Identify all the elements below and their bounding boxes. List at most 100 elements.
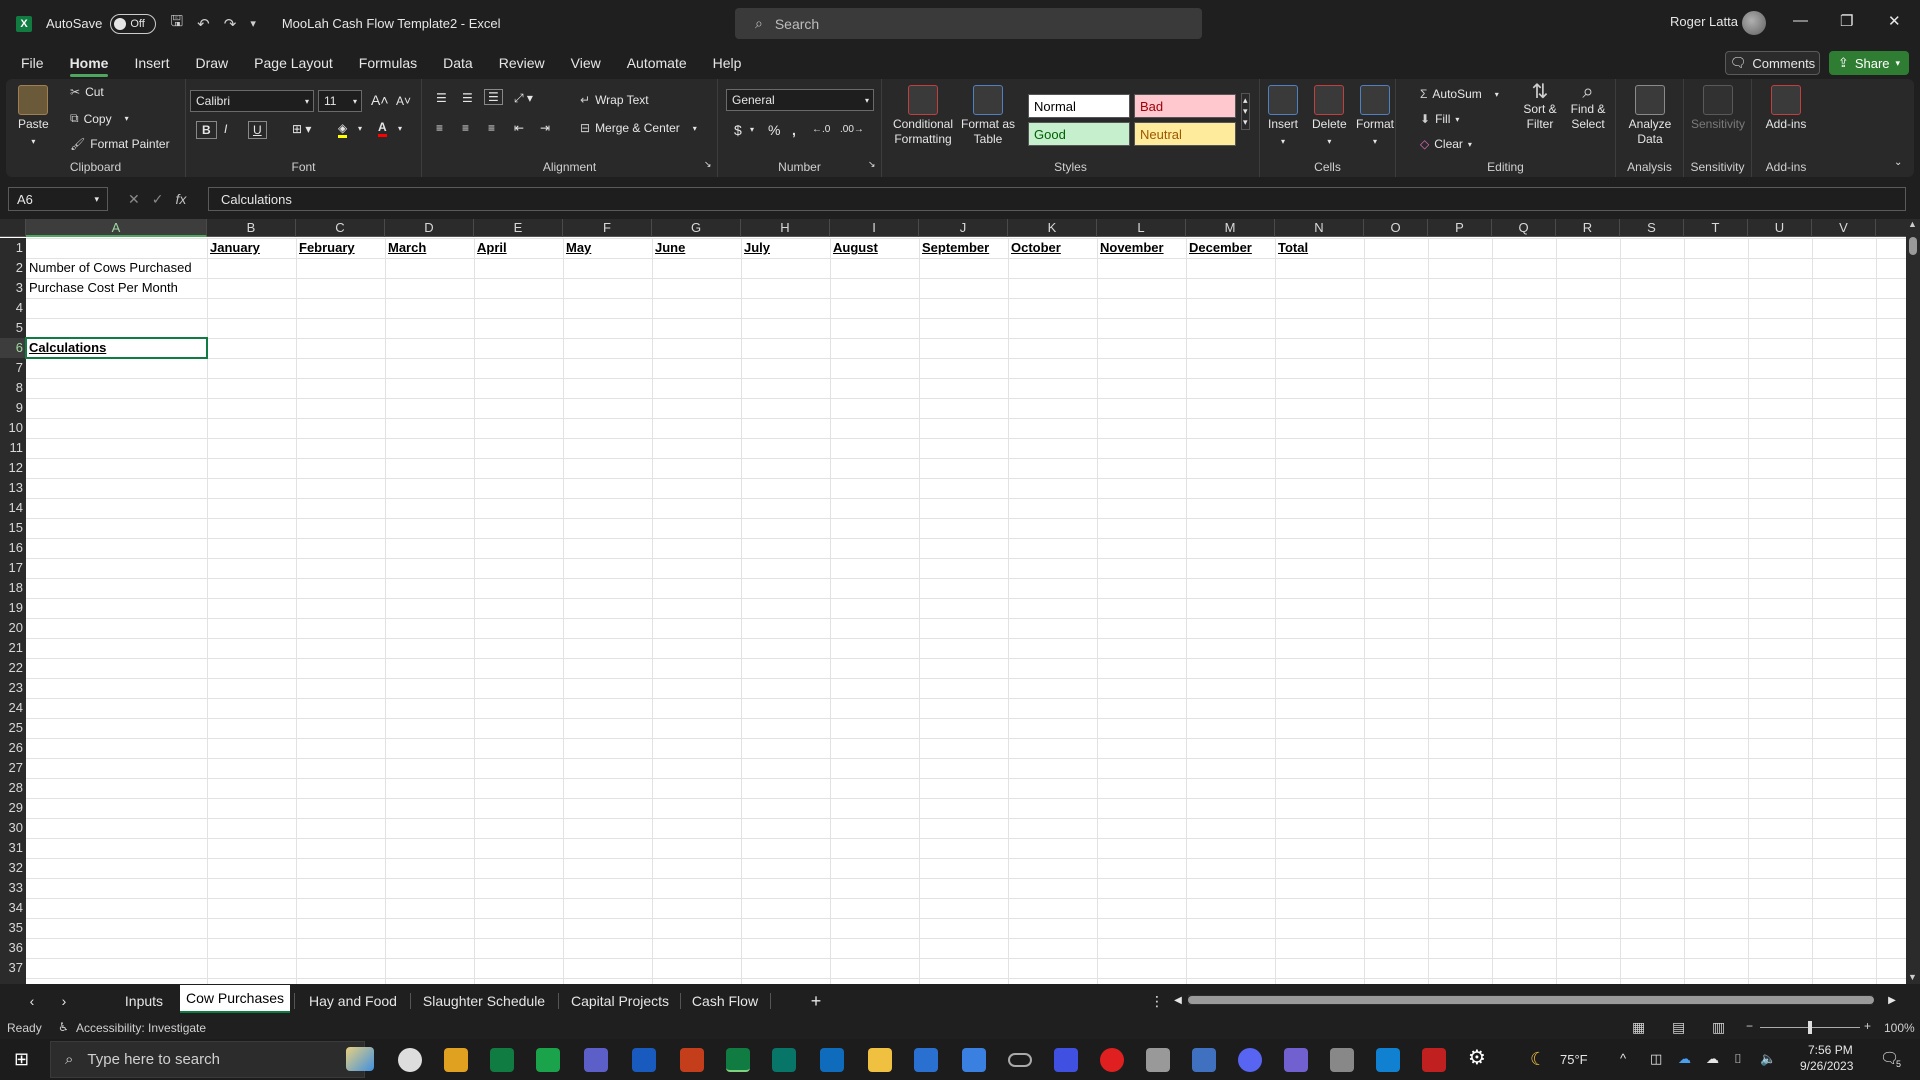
row-header[interactable]: 11 <box>0 438 26 458</box>
analyze-data-button[interactable]: Analyze Data <box>1622 85 1678 147</box>
row-header[interactable]: 27 <box>0 758 26 778</box>
cell-F1[interactable]: May <box>563 238 591 258</box>
avatar[interactable] <box>1742 11 1766 35</box>
decrease-indent-icon[interactable]: ⇤ <box>514 121 524 135</box>
row-header[interactable]: 14 <box>0 498 26 518</box>
row-header[interactable]: 34 <box>0 898 26 918</box>
cell-I1[interactable]: August <box>830 238 878 258</box>
tab-home[interactable]: Home <box>57 47 122 79</box>
vertical-scrollbar[interactable]: ▲ ▼ <box>1906 219 1920 984</box>
row-header[interactable]: 7 <box>0 358 26 378</box>
style-normal[interactable]: Normal <box>1028 94 1130 118</box>
row-header[interactable]: 26 <box>0 738 26 758</box>
row-header[interactable]: 22 <box>0 658 26 678</box>
autosave-toggle[interactable]: Off <box>110 13 157 34</box>
row-header[interactable]: 28 <box>0 778 26 798</box>
tab-formulas[interactable]: Formulas <box>346 47 430 79</box>
row-header[interactable]: 32 <box>0 858 26 878</box>
column-header[interactable]: U <box>1748 219 1812 237</box>
column-header[interactable]: B <box>207 219 296 237</box>
row-header[interactable]: 18 <box>0 578 26 598</box>
cell-J1[interactable]: September <box>919 238 989 258</box>
insert-function-icon[interactable]: fx <box>175 191 186 208</box>
store-icon[interactable] <box>962 1048 986 1072</box>
share-button[interactable]: ⇪ Share ▾ <box>1829 51 1909 75</box>
row-header[interactable]: 24 <box>0 698 26 718</box>
paste-button[interactable]: Paste ▾ <box>18 85 49 149</box>
column-header[interactable]: A <box>26 219 207 237</box>
network-icon[interactable]: ⌷ <box>1734 1051 1742 1067</box>
cell-E1[interactable]: April <box>474 238 507 258</box>
weather-temp[interactable]: 75°F <box>1560 1052 1588 1067</box>
video-app-icon[interactable] <box>1100 1048 1124 1072</box>
sheet-tab-slaughter-schedule[interactable]: Slaughter Schedule <box>414 985 554 1017</box>
sheet-tab-capital-projects[interactable]: Capital Projects <box>564 985 676 1017</box>
zoom-out-icon[interactable]: − <box>1746 1019 1753 1033</box>
normal-view-icon[interactable]: ▦ <box>1632 1019 1645 1036</box>
cell-H1[interactable]: July <box>741 238 770 258</box>
volume-icon[interactable]: 🔈 <box>1760 1051 1776 1067</box>
tab-data[interactable]: Data <box>430 47 486 79</box>
cell-K1[interactable]: October <box>1008 238 1061 258</box>
underline-button[interactable]: U <box>248 121 267 139</box>
cell-B1[interactable]: January <box>207 238 260 258</box>
row-header[interactable]: 15 <box>0 518 26 538</box>
increase-decimal-icon[interactable]: ←.0 <box>812 124 830 135</box>
column-header[interactable]: H <box>741 219 830 237</box>
row-header[interactable]: 12 <box>0 458 26 478</box>
style-neutral[interactable]: Neutral <box>1134 122 1236 146</box>
row-header[interactable]: 31 <box>0 838 26 858</box>
select-all-corner[interactable] <box>0 219 26 237</box>
row-header[interactable]: 5 <box>0 318 26 338</box>
cell-N1[interactable]: Total <box>1275 238 1308 258</box>
row-header[interactable]: 19 <box>0 598 26 618</box>
more-options-icon[interactable]: ⋮ <box>1150 985 1164 1017</box>
scroll-down-icon[interactable]: ▼ <box>1908 972 1917 982</box>
row-header[interactable]: 30 <box>0 818 26 838</box>
undo-icon[interactable]: ↶ <box>197 15 210 33</box>
increase-indent-icon[interactable]: ⇥ <box>540 121 550 135</box>
cell-A3[interactable]: Purchase Cost Per Month <box>26 278 178 298</box>
row-header[interactable]: 10 <box>0 418 26 438</box>
accessibility-status[interactable]: Accessibility: Investigate <box>76 1021 206 1035</box>
cell-L1[interactable]: November <box>1097 238 1164 258</box>
font-name-select[interactable]: Calibri ▾ <box>190 90 314 112</box>
row-header[interactable]: 23 <box>0 678 26 698</box>
scroll-up-icon[interactable]: ▲ <box>1908 219 1917 229</box>
taskbar-date[interactable]: 9/26/2023 <box>1800 1059 1853 1073</box>
chevron-down-icon[interactable]: ▾ <box>358 124 362 133</box>
styles-scroll-icon[interactable]: ▴ ▾ ▾ <box>1241 93 1250 130</box>
row-header[interactable]: 37 <box>0 958 26 978</box>
font-color-icon[interactable]: A <box>378 120 387 137</box>
cell-C1[interactable]: February <box>296 238 355 258</box>
customize-toolbar-icon[interactable]: ▾ <box>250 17 256 30</box>
conditional-formatting-button[interactable]: Conditional Formatting <box>892 85 954 147</box>
meet-icon[interactable]: ◫ <box>1650 1051 1662 1067</box>
comments-button[interactable]: 🗨 Comments <box>1725 51 1820 75</box>
font-size-select[interactable]: 11 ▾ <box>318 90 362 112</box>
row-header[interactable]: 33 <box>0 878 26 898</box>
column-header[interactable]: G <box>652 219 741 237</box>
row-header[interactable]: 6 <box>0 338 26 358</box>
align-left-icon[interactable]: ≡ <box>436 121 443 135</box>
taskbar-time[interactable]: 7:56 PM <box>1808 1043 1853 1057</box>
column-header[interactable]: R <box>1556 219 1620 237</box>
format-painter-button[interactable]: 🖌 Format Painter <box>70 137 170 151</box>
zoom-in-icon[interactable]: + <box>1864 1019 1871 1033</box>
save-icon[interactable]: 🖫 <box>170 11 183 36</box>
align-center-icon[interactable]: ≡ <box>462 121 469 135</box>
mail-app-icon[interactable] <box>1146 1048 1170 1072</box>
column-header[interactable]: E <box>474 219 563 237</box>
currency-button[interactable]: $ <box>734 122 742 138</box>
row-header[interactable]: 4 <box>0 298 26 318</box>
format-as-table-button[interactable]: Format as Table <box>960 85 1016 147</box>
calendar-icon[interactable] <box>914 1048 938 1072</box>
tab-page-layout[interactable]: Page Layout <box>241 47 346 79</box>
discord-icon[interactable] <box>1238 1048 1262 1072</box>
search-input[interactable]: ⌕ Search <box>735 8 1202 39</box>
scroll-right-icon[interactable]: ▶ <box>1886 985 1898 1017</box>
column-header[interactable]: I <box>830 219 919 237</box>
sheet-tab-inputs[interactable]: Inputs <box>118 985 170 1017</box>
row-header[interactable]: 3 <box>0 278 26 298</box>
row-header[interactable]: 17 <box>0 558 26 578</box>
